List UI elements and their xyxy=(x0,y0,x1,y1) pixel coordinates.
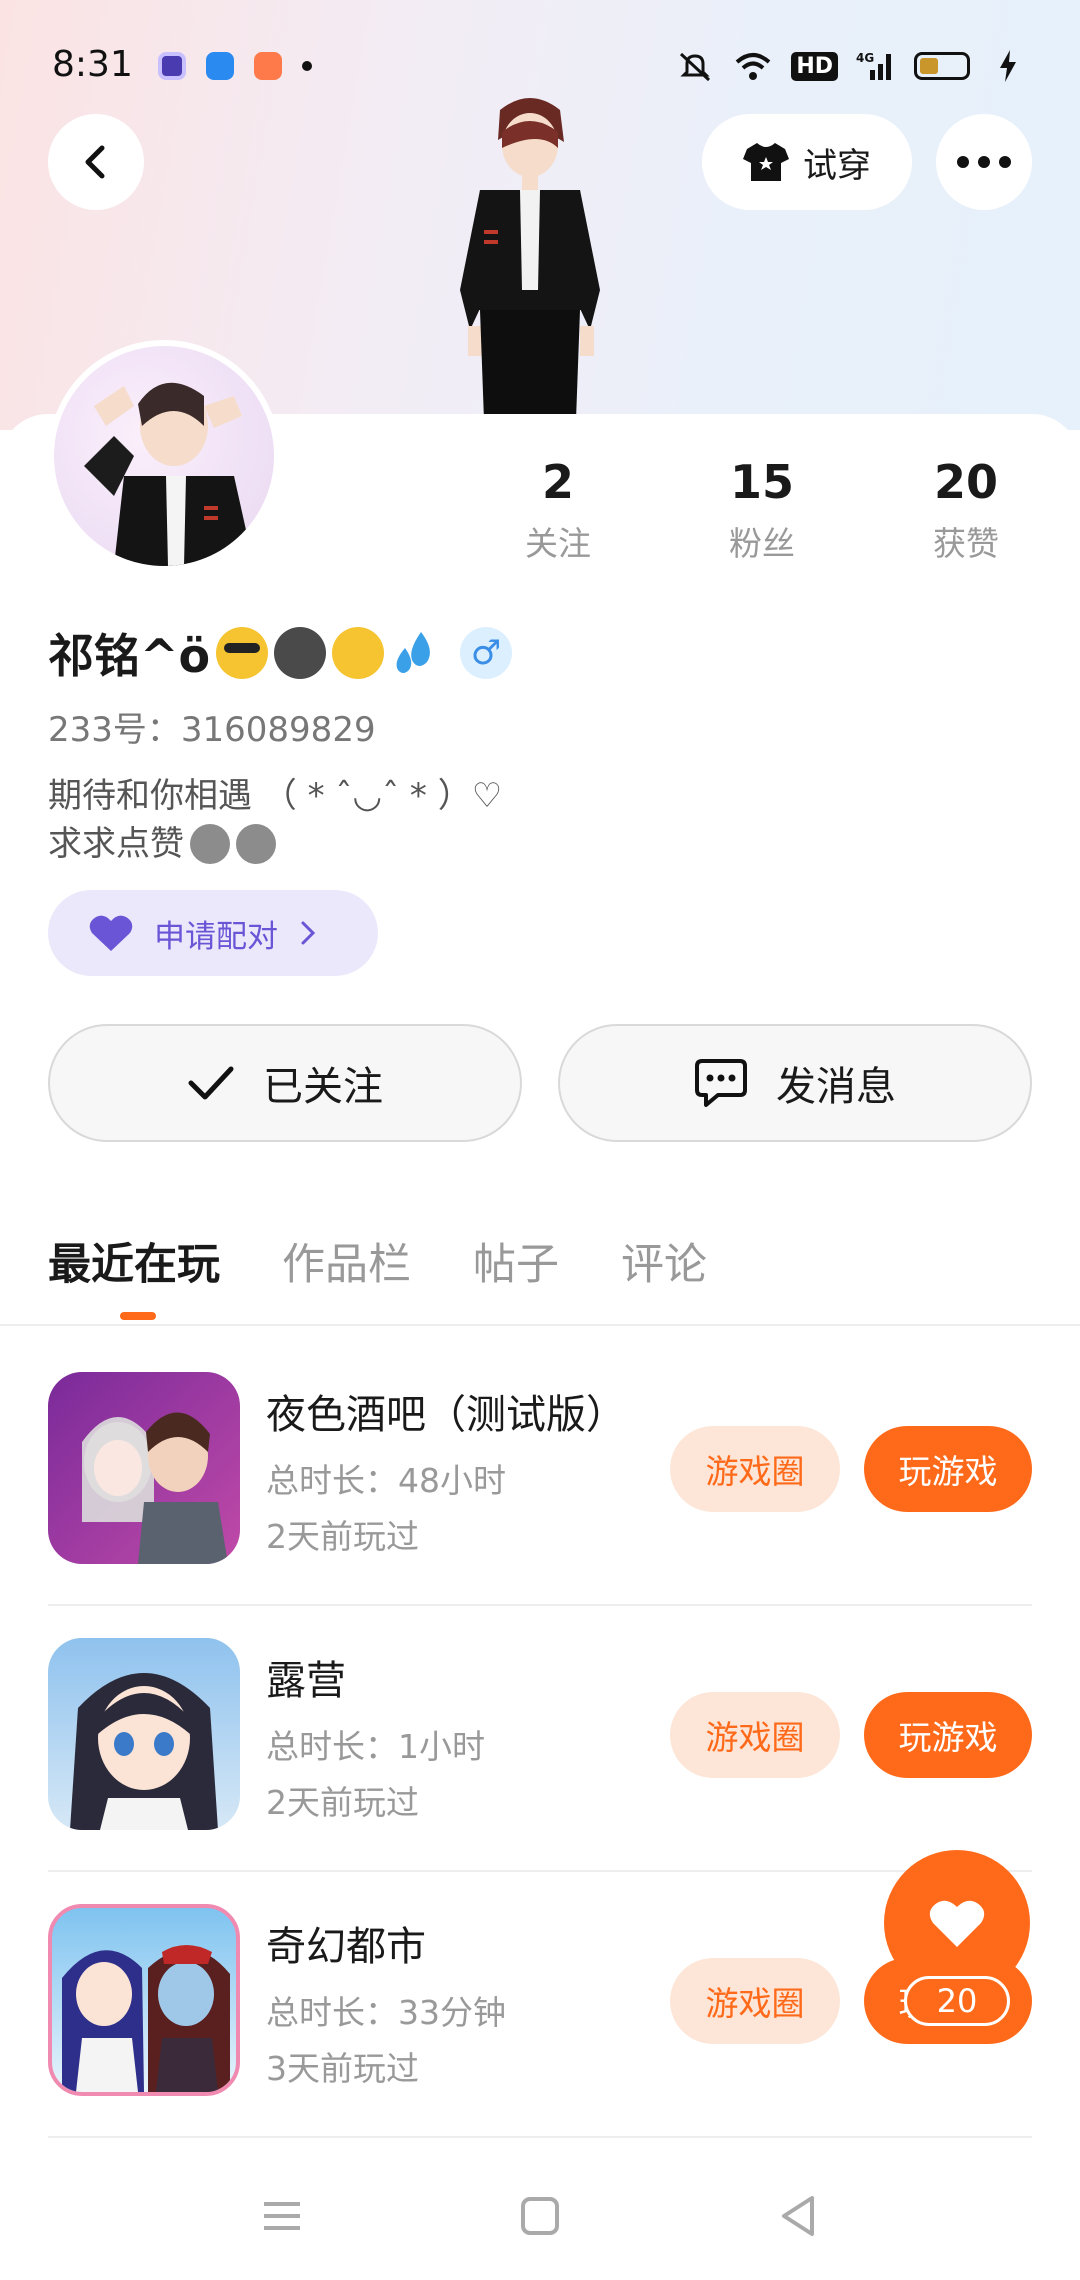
try-on-label: 试穿 xyxy=(803,145,871,186)
charging-icon xyxy=(988,48,1028,84)
stat-fans-label: 粉丝 xyxy=(729,524,795,563)
game-row[interactable]: 露营 总时长：1小时 2天前玩过 游戏圈 玩游戏 xyxy=(48,1596,1032,1862)
stat-likes-label: 获赞 xyxy=(933,524,999,563)
menu-nav-button[interactable] xyxy=(252,2186,312,2246)
heart-icon xyxy=(89,915,133,951)
bio-line-2-row: 求求点赞 xyxy=(48,820,502,868)
character-figure[interactable] xyxy=(440,90,620,420)
avatar[interactable] xyxy=(48,340,280,572)
more-dots-icon xyxy=(957,156,1011,168)
moon-face-emoji-icon xyxy=(236,824,276,864)
more-button[interactable] xyxy=(936,114,1032,210)
bio-line-2: 求求点赞 xyxy=(48,824,184,864)
tab-posts[interactable]: 帖子 xyxy=(473,1230,559,1292)
send-message-label: 发消息 xyxy=(776,1064,896,1110)
chevron-left-icon xyxy=(85,145,105,179)
game-app-icon xyxy=(254,52,282,80)
stat-likes-count: 20 xyxy=(933,455,998,509)
tabs-divider xyxy=(0,1324,1080,1326)
game-icon[interactable] xyxy=(48,1372,240,1564)
apply-pair-button[interactable]: 申请配对 xyxy=(48,890,378,976)
home-square-icon xyxy=(521,2197,559,2235)
game-duration: 总时长：1小时 xyxy=(266,1727,485,1766)
sweat-drops-emoji-icon xyxy=(390,627,442,679)
user-id: 233号：316089829 xyxy=(48,710,376,750)
profile-bio: 期待和你相遇 （ * ˆ◡ˆ * ）♡ 求求点赞 xyxy=(48,772,502,868)
stat-following-count: 2 xyxy=(541,455,574,509)
game-title: 夜色酒吧（测试版） xyxy=(266,1392,626,1438)
blue-app-icon xyxy=(206,52,234,80)
name-row: 祁铭^ö ♂ xyxy=(48,620,513,686)
heart-icon xyxy=(929,1900,985,1947)
home-nav-button[interactable] xyxy=(510,2186,570,2246)
sunglasses-emoji-icon xyxy=(216,627,269,679)
checkmark-icon xyxy=(188,1066,234,1100)
stat-fans-count: 15 xyxy=(729,455,794,509)
game-icon[interactable] xyxy=(48,1638,240,1830)
new-moon-emoji-icon xyxy=(274,627,327,679)
dot-icon xyxy=(302,61,312,71)
play-game-button[interactable]: 玩游戏 xyxy=(864,1692,1032,1778)
game-row[interactable]: 奇幻都市 总时长：33分钟 3天前玩过 游戏圈 玩游戏 xyxy=(48,1862,1032,2128)
tab-works[interactable]: 作品栏 xyxy=(282,1230,411,1292)
back-button[interactable] xyxy=(48,114,144,210)
status-time: 8:31 xyxy=(52,44,133,85)
apply-pair-label: 申请配对 xyxy=(154,918,278,955)
svg-text:4G: 4G xyxy=(856,51,874,65)
moon-face-emoji-icon xyxy=(190,824,230,864)
game-icon[interactable] xyxy=(48,1904,240,2096)
game-circle-button[interactable]: 游戏圈 xyxy=(670,1958,840,2044)
chat-bubble-icon xyxy=(695,1059,747,1107)
stat-likes[interactable]: 20 获赞 xyxy=(886,455,1046,565)
tshirt-icon xyxy=(743,143,789,181)
like-count-badge: 20 xyxy=(904,1976,1010,2026)
tab-comments[interactable]: 评论 xyxy=(621,1230,707,1292)
game-last-played: 3天前玩过 xyxy=(266,2049,419,2088)
male-gender-icon: ♂ xyxy=(460,627,513,679)
system-nav-bar xyxy=(0,2150,1080,2280)
following-label: 已关注 xyxy=(263,1064,383,1110)
chevron-right-icon xyxy=(301,921,316,945)
game-duration: 总时长：33分钟 xyxy=(266,1993,506,2032)
stat-following-label: 关注 xyxy=(525,524,591,563)
battery-icon xyxy=(914,52,970,80)
smirk-emoji-icon xyxy=(332,627,385,679)
mute-icon xyxy=(675,48,715,84)
purple-app-icon xyxy=(158,52,186,80)
stat-fans[interactable]: 15 粉丝 xyxy=(682,455,842,565)
back-triangle-icon xyxy=(782,2196,814,2236)
menu-icon xyxy=(264,2202,300,2230)
game-title: 露营 xyxy=(266,1658,346,1704)
send-message-button[interactable]: 发消息 xyxy=(558,1024,1032,1142)
like-fab-button[interactable] xyxy=(884,1850,1030,1996)
profile-tabs: 最近在玩 作品栏 帖子 评论 xyxy=(48,1230,769,1320)
hd-icon: HD xyxy=(791,51,838,81)
tab-recently-played[interactable]: 最近在玩 xyxy=(48,1230,220,1320)
try-on-button[interactable]: 试穿 xyxy=(702,114,912,210)
bio-line-1: 期待和你相遇 （ * ˆ◡ˆ * ）♡ xyxy=(48,776,503,816)
game-duration: 总时长：48小时 xyxy=(266,1461,506,1500)
row-divider xyxy=(48,2136,1032,2138)
game-title: 奇幻都市 xyxy=(266,1924,426,1970)
back-nav-button[interactable] xyxy=(768,2186,828,2246)
play-game-button[interactable]: 玩游戏 xyxy=(864,1426,1032,1512)
profile-name: 祁铭^ö xyxy=(48,629,211,683)
game-circle-button[interactable]: 游戏圈 xyxy=(670,1426,840,1512)
game-circle-button[interactable]: 游戏圈 xyxy=(670,1692,840,1778)
stat-following[interactable]: 2 关注 xyxy=(478,455,638,565)
status-app-icons xyxy=(158,52,312,80)
game-row[interactable]: 夜色酒吧（测试版） 总时长：48小时 2天前玩过 游戏圈 玩游戏 xyxy=(48,1330,1032,1596)
status-right-icons: HD 4G xyxy=(675,48,1028,84)
game-last-played: 2天前玩过 xyxy=(266,1783,419,1822)
signal-4g-icon: 4G xyxy=(856,48,896,84)
game-last-played: 2天前玩过 xyxy=(266,1517,419,1556)
wifi-icon xyxy=(733,48,773,84)
following-button[interactable]: 已关注 xyxy=(48,1024,522,1142)
